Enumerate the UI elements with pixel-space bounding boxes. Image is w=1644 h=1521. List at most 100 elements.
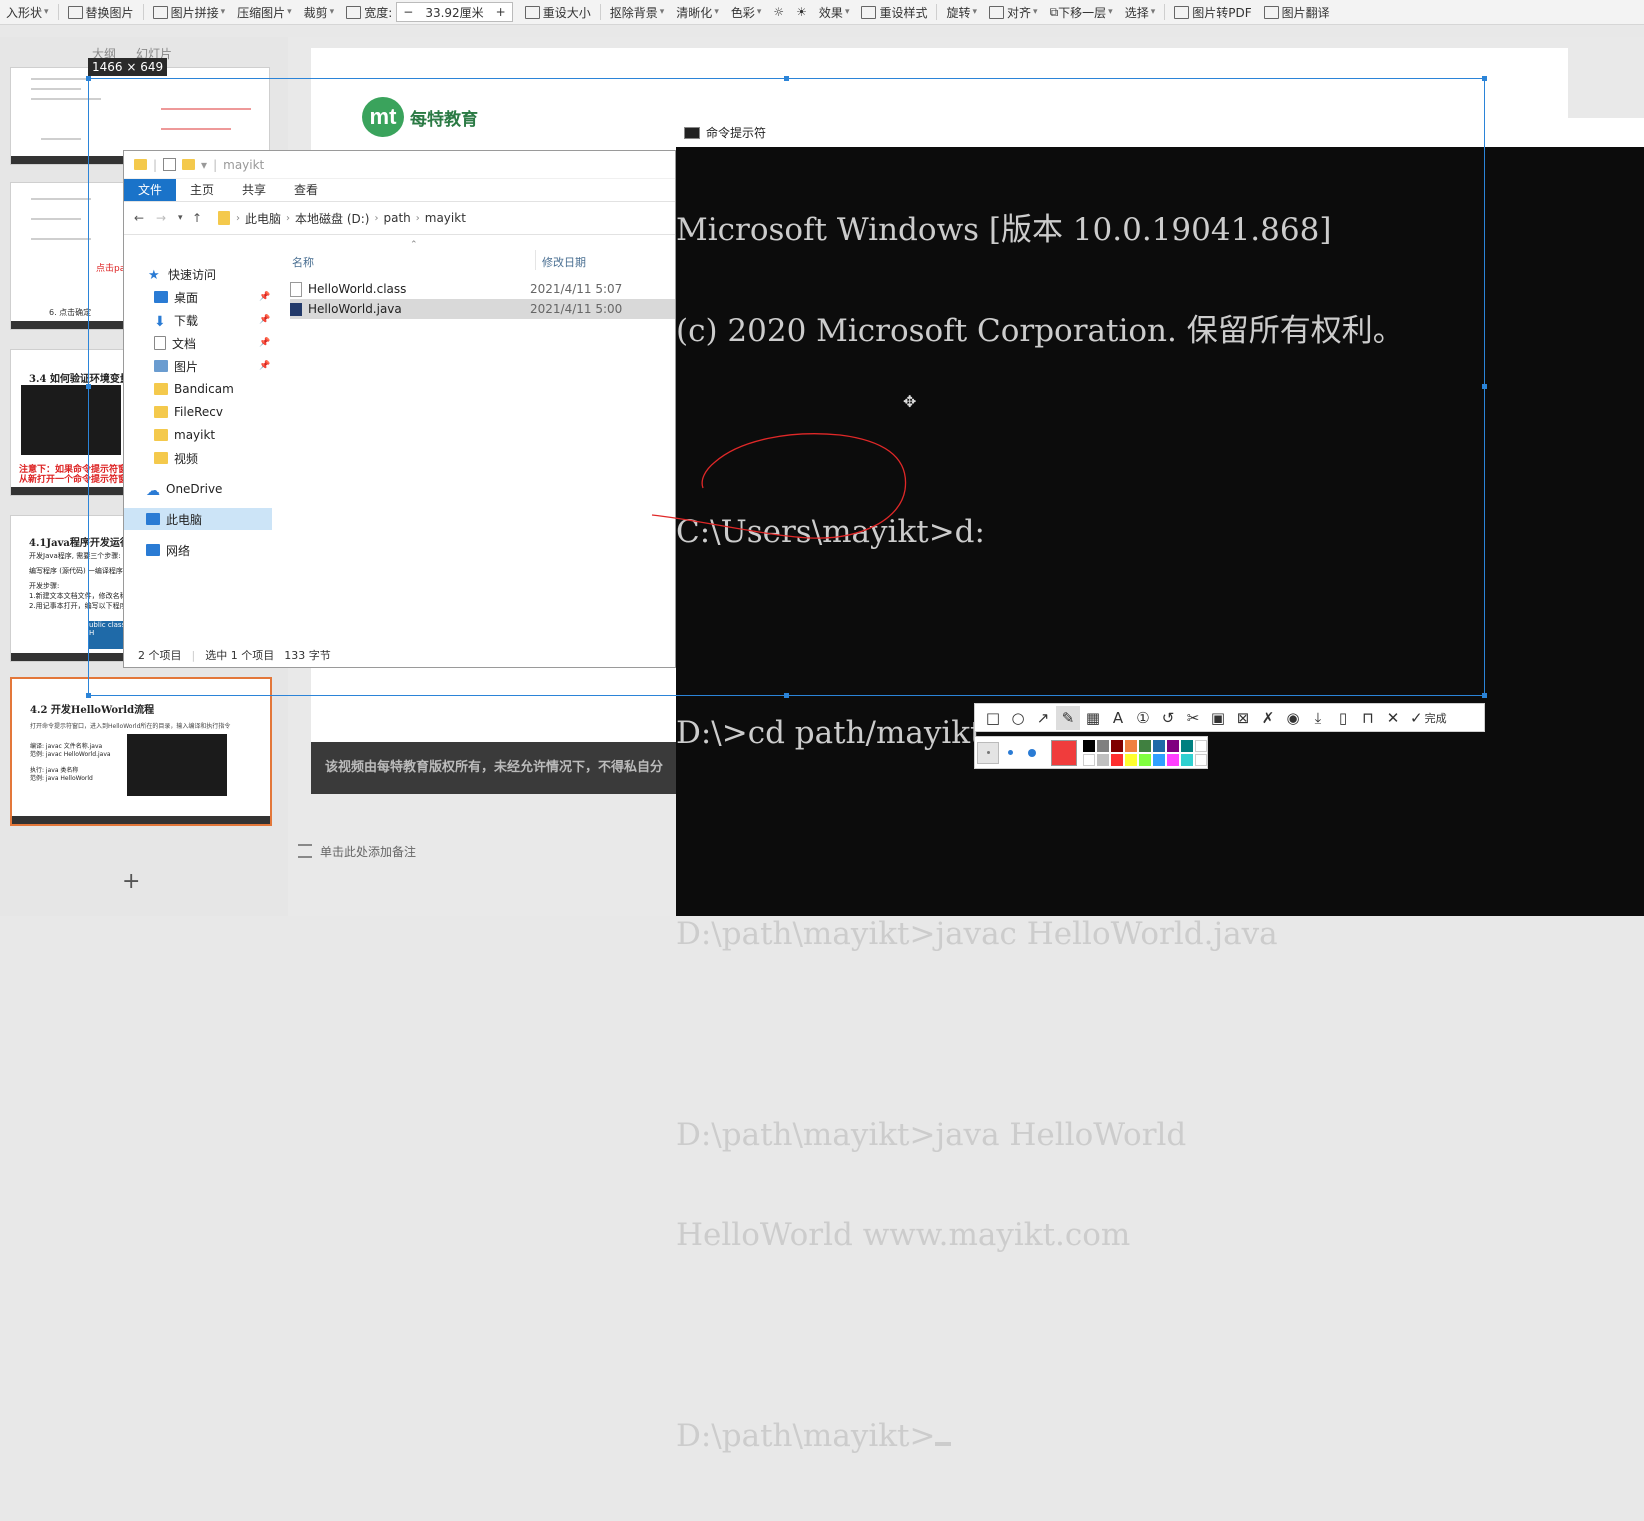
- slide-thumbnail-5[interactable]: 5 4.2 开发HelloWorld流程 打开命令提示符窗口，进入到HelloW…: [10, 677, 272, 826]
- color-swatch[interactable]: [1195, 753, 1207, 766]
- close-icon[interactable]: ✕: [1381, 706, 1405, 730]
- recent-locations-icon[interactable]: ▾: [178, 213, 192, 223]
- tab-home[interactable]: 主页: [176, 179, 228, 201]
- nav-downloads[interactable]: ⬇ 下载 📌: [154, 309, 274, 331]
- back-arrow-icon[interactable]: ←: [134, 211, 156, 225]
- decrease-width-button[interactable]: −: [397, 5, 419, 19]
- pin-icon[interactable]: 📌: [259, 338, 270, 348]
- scan-icon[interactable]: ⊠: [1231, 706, 1255, 730]
- sharpen-button[interactable]: 清晰化: [670, 0, 725, 24]
- pen-size-medium[interactable]: [999, 742, 1021, 764]
- breadcrumb-path[interactable]: path: [383, 211, 410, 225]
- color-swatch[interactable]: [1167, 753, 1179, 766]
- reset-style-button[interactable]: 重设样式: [855, 0, 933, 24]
- contrast-button[interactable]: ☀: [790, 0, 813, 24]
- breadcrumb-this-pc[interactable]: 此电脑: [245, 210, 281, 227]
- file-row[interactable]: HelloWorld.class 2021/4/11 5:07: [290, 279, 675, 299]
- select-button[interactable]: 选择: [1119, 0, 1162, 24]
- color-button[interactable]: 色彩: [725, 0, 768, 24]
- ellipse-icon[interactable]: ○: [1006, 706, 1030, 730]
- nav-videos[interactable]: 视频: [154, 447, 198, 469]
- color-swatch[interactable]: [1181, 739, 1193, 752]
- nav-bandicam[interactable]: Bandicam: [154, 378, 234, 400]
- color-swatch[interactable]: [1153, 739, 1165, 752]
- breadcrumb-mayikt[interactable]: mayikt: [425, 211, 466, 225]
- tab-share[interactable]: 共享: [228, 179, 280, 201]
- tab-view[interactable]: 查看: [280, 179, 332, 201]
- pin-icon[interactable]: 📌: [259, 292, 270, 302]
- color-swatch[interactable]: [1153, 753, 1165, 766]
- mosaic-icon[interactable]: ▦: [1081, 706, 1105, 730]
- color-swatch[interactable]: [1111, 739, 1123, 752]
- up-arrow-icon[interactable]: ↑: [192, 211, 214, 225]
- nav-mayikt[interactable]: mayikt: [154, 424, 215, 446]
- color-swatch[interactable]: [1097, 753, 1109, 766]
- number-icon[interactable]: ①: [1131, 706, 1155, 730]
- properties-icon[interactable]: [163, 158, 177, 171]
- nav-network[interactable]: 网络: [146, 539, 190, 561]
- send-backward-button[interactable]: ⧉ 下移一层: [1044, 0, 1119, 24]
- color-swatch[interactable]: [1167, 739, 1179, 752]
- nav-this-pc[interactable]: 此电脑: [124, 508, 272, 530]
- copy-icon[interactable]: ▯: [1331, 706, 1355, 730]
- color-swatch[interactable]: [1195, 739, 1207, 752]
- breadcrumb-local-disk[interactable]: 本地磁盘 (D:): [295, 210, 369, 227]
- current-color[interactable]: [1051, 739, 1077, 766]
- align-button[interactable]: 对齐: [983, 0, 1044, 24]
- color-swatch[interactable]: [1139, 739, 1151, 752]
- pen-icon[interactable]: ✎: [1056, 705, 1080, 730]
- color-swatch[interactable]: [1125, 739, 1137, 752]
- column-name[interactable]: 名称: [292, 254, 314, 270]
- text-icon[interactable]: A: [1106, 706, 1130, 730]
- insert-shape-button[interactable]: 入形状: [0, 0, 55, 24]
- bookmark-icon[interactable]: ⊓: [1356, 706, 1380, 730]
- effects-button[interactable]: 效果: [813, 0, 856, 24]
- translate-icon[interactable]: ✗: [1256, 706, 1280, 730]
- nav-filerecv[interactable]: FileRecv: [154, 401, 223, 423]
- increase-width-button[interactable]: +: [490, 5, 512, 19]
- color-swatch[interactable]: [1125, 753, 1137, 766]
- rectangle-icon[interactable]: □: [981, 706, 1005, 730]
- nav-pictures[interactable]: 图片 📌: [154, 355, 274, 377]
- pen-size-large[interactable]: [1021, 742, 1043, 764]
- crop-button[interactable]: 裁剪: [298, 0, 341, 24]
- file-row[interactable]: HelloWorld.java 2021/4/11 5:00: [290, 299, 675, 319]
- color-swatch[interactable]: [1083, 753, 1095, 766]
- brightness-button[interactable]: ☼: [767, 0, 790, 24]
- reset-size-button[interactable]: 重设大小: [519, 0, 597, 24]
- image-to-pdf-button[interactable]: 图片转PDF: [1168, 0, 1257, 24]
- image-translate-button[interactable]: 图片翻译: [1258, 0, 1336, 24]
- cmd-console[interactable]: Microsoft Windows [版本 10.0.19041.868] (c…: [676, 147, 1644, 1452]
- color-swatch[interactable]: [1181, 753, 1193, 766]
- ocr-icon[interactable]: ▣: [1206, 706, 1230, 730]
- column-modified[interactable]: 修改日期: [542, 254, 586, 270]
- color-swatch[interactable]: [1111, 753, 1123, 766]
- quick-access-dropdown-icon[interactable]: ▾: [201, 158, 207, 172]
- pin-icon[interactable]: 📌: [259, 315, 270, 325]
- width-stepper[interactable]: −33.92厘米 +: [396, 2, 513, 22]
- arrow-icon[interactable]: ↗: [1031, 706, 1055, 730]
- done-button[interactable]: ✓ 完成: [1410, 709, 1447, 727]
- image-stitch-button[interactable]: 图片拼接: [147, 0, 232, 24]
- add-slide-button[interactable]: +: [122, 869, 140, 894]
- nav-desktop[interactable]: 桌面 📌: [154, 286, 274, 308]
- pin-icon[interactable]: ✂: [1181, 706, 1205, 730]
- replace-image-button[interactable]: 替换图片: [62, 0, 140, 24]
- pen-size-small[interactable]: [977, 741, 999, 764]
- remove-background-button[interactable]: 抠除背景: [604, 0, 671, 24]
- color-swatch[interactable]: [1139, 753, 1151, 766]
- color-swatch[interactable]: [1097, 739, 1109, 752]
- save-icon[interactable]: ⤓: [1306, 706, 1330, 730]
- rotate-button[interactable]: 旋转: [940, 0, 983, 24]
- tab-file[interactable]: 文件: [124, 179, 177, 201]
- color-swatch[interactable]: [1083, 739, 1095, 752]
- notes-input[interactable]: 单击此处添加备注: [288, 838, 678, 864]
- nav-quick-access[interactable]: ★ 快速访问: [148, 263, 216, 285]
- record-icon[interactable]: ◉: [1281, 706, 1305, 730]
- compress-image-button[interactable]: 压缩图片: [231, 0, 298, 24]
- undo-icon[interactable]: ↺: [1156, 706, 1180, 730]
- pin-icon[interactable]: 📌: [259, 361, 270, 371]
- nav-onedrive[interactable]: ☁ OneDrive: [146, 478, 222, 500]
- new-folder-icon[interactable]: [182, 159, 196, 170]
- forward-arrow-icon[interactable]: →: [156, 211, 178, 225]
